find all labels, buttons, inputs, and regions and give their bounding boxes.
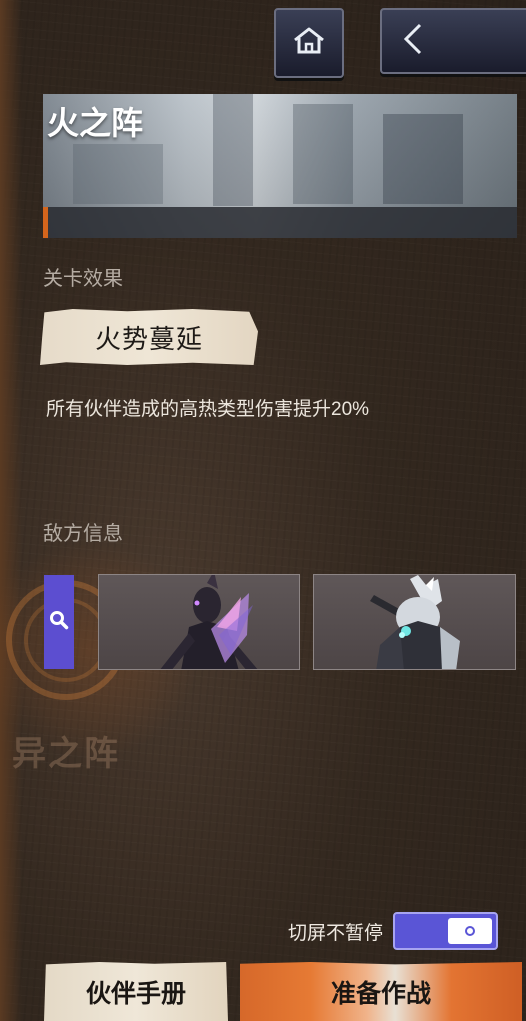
start-battle-label: 准备作战: [330, 979, 431, 1008]
stage-effects-label: 关卡效果: [43, 268, 123, 290]
stage-title: 火之阵: [47, 105, 144, 141]
partner-manual-button[interactable]: 伙伴手册: [44, 962, 228, 1021]
background-watermark: 异之阵: [12, 735, 120, 773]
effect-tag: 火势蔓延: [40, 309, 258, 365]
effect-description: 所有伙伴造成的高热类型伤害提升20%: [46, 399, 370, 420]
chevron-left-icon: [400, 22, 426, 61]
banner-bar: [43, 207, 517, 238]
effect-tag-label: 火势蔓延: [94, 323, 203, 354]
start-battle-button[interactable]: 准备作战: [240, 962, 522, 1021]
enemy-card[interactable]: [313, 574, 516, 670]
back-button[interactable]: [380, 8, 526, 74]
no-pause-toggle[interactable]: [393, 912, 498, 950]
home-button[interactable]: [274, 8, 344, 78]
stage-banner: 火之阵: [43, 94, 517, 238]
partner-manual-label: 伙伴手册: [85, 979, 186, 1008]
enemy-info-label: 敌方信息: [43, 523, 123, 545]
enemy-detail-button[interactable]: [44, 575, 74, 669]
enemy-portrait: [370, 575, 460, 669]
no-pause-label: 切屏不暂停: [287, 922, 383, 944]
search-icon: [49, 610, 69, 635]
toggle-knob: [448, 918, 492, 944]
home-icon: [292, 26, 326, 61]
left-edge-decoration: [0, 0, 22, 1021]
enemy-portrait: [160, 575, 258, 669]
enemy-card[interactable]: [98, 574, 300, 670]
no-pause-setting: 切屏不暂停: [288, 912, 498, 950]
